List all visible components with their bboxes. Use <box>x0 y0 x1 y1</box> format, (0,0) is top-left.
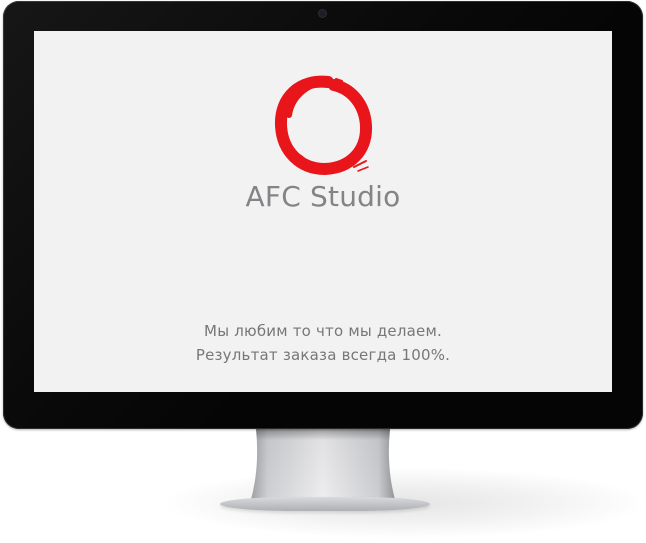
camera-icon <box>319 10 326 17</box>
tagline-line-2: Результат заказа всегда 100%. <box>195 346 451 364</box>
monitor-screen: AFC Studio Мы любим то что мы делаем. Ре… <box>34 31 612 392</box>
enso-logo-icon <box>275 75 372 176</box>
monitor-mockup: AFC Studio Мы любим то что мы делаем. Ре… <box>0 0 646 543</box>
tagline-line-1: Мы любим то что мы делаем. <box>204 322 442 340</box>
brand-name: AFC Studio <box>245 180 401 213</box>
monitor-stand <box>250 429 396 503</box>
monitor-base <box>220 497 430 511</box>
